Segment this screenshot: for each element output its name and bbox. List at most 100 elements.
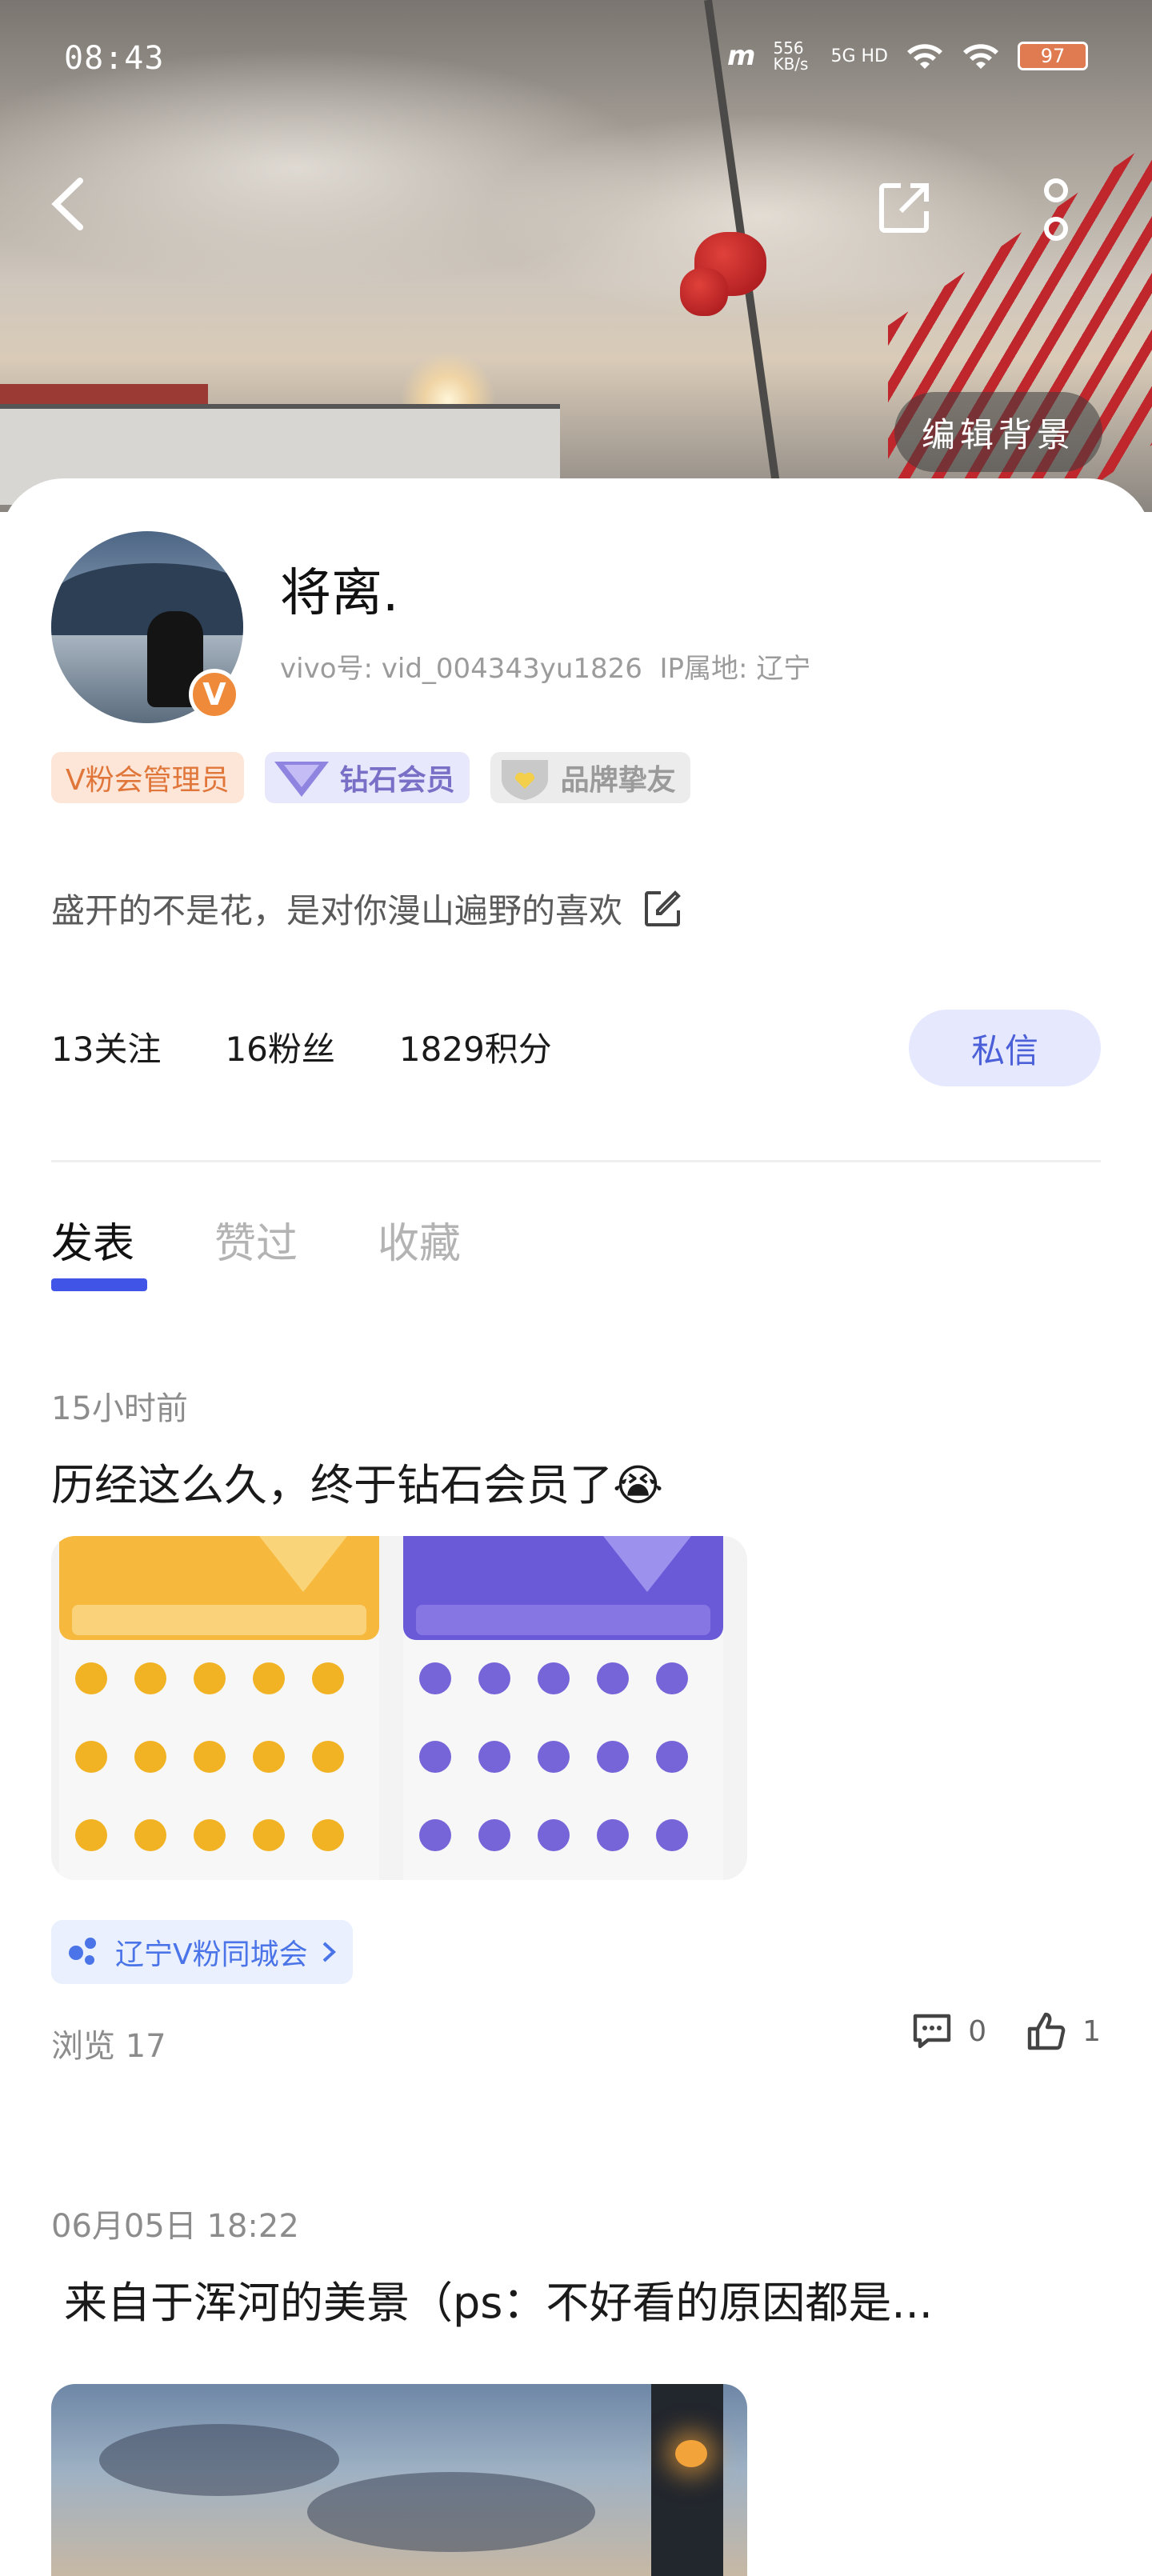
thumbnail-grid-icon xyxy=(478,1741,510,1773)
thumbnail-grid-icon xyxy=(75,1662,107,1694)
diamond-icon xyxy=(274,762,329,797)
active-tab-indicator xyxy=(51,1278,147,1291)
ip-location: 辽宁 xyxy=(756,653,811,685)
fans-count[interactable]: 16粉丝 xyxy=(225,1022,334,1071)
thumbs-up-icon[interactable] xyxy=(1025,2010,1068,2053)
thumbnail-grid-icon xyxy=(253,1741,285,1773)
topic-tag-label: 辽宁V粉同城会 xyxy=(115,1938,308,1971)
battery-icon: 97 xyxy=(1018,42,1088,70)
content-tabs: 发表 赞过 收藏 xyxy=(51,1210,461,1270)
ip-label: IP属地: xyxy=(659,653,748,685)
following-count[interactable]: 13关注 xyxy=(51,1022,161,1071)
comment-icon[interactable] xyxy=(910,2010,954,2053)
thumbnail-grid-icon xyxy=(538,1819,570,1851)
more-vertical-icon xyxy=(1044,178,1068,241)
thumbnail-grid-icon xyxy=(656,1741,688,1773)
points-count[interactable]: 1829积分 xyxy=(399,1022,552,1071)
wifi-icon xyxy=(963,44,998,69)
image-building xyxy=(651,2384,723,2576)
app-notification-icon: 𝙢 xyxy=(727,40,756,72)
thumbnail-grid-icon xyxy=(538,1741,570,1773)
thumbnail-grid-icon xyxy=(194,1662,226,1694)
thumbnail-grid-icon xyxy=(134,1819,166,1851)
thumbnail-grid-icon xyxy=(134,1741,166,1773)
thumbnail-grid-icon xyxy=(312,1741,344,1773)
thumbnail-grid-icon xyxy=(656,1662,688,1694)
share-icon xyxy=(879,183,929,233)
post-actions: 0 1 xyxy=(910,2010,1101,2053)
net-speed: 556 KB/s xyxy=(773,38,809,74)
vivo-id: vid_004343yu1826 xyxy=(381,653,642,685)
heart-shield-icon xyxy=(501,760,548,800)
verified-badge: V xyxy=(189,669,240,720)
battery-level: 97 xyxy=(1040,45,1066,67)
avatar-mountain xyxy=(51,563,243,635)
cover-lantern xyxy=(680,268,728,316)
badge-row: V粉会管理员 钻石会员 品牌挚友 xyxy=(51,752,690,803)
thumbnail-grid-icon xyxy=(419,1819,451,1851)
vivo-id-label: vivo号: xyxy=(280,653,373,685)
thumbnail-grid-icon xyxy=(538,1662,570,1694)
image-cloud xyxy=(99,2424,339,2496)
image-streetlight xyxy=(675,2440,707,2467)
comment-count: 0 xyxy=(968,2014,987,2048)
post-image[interactable] xyxy=(51,2384,747,2576)
thumbnail-grid-icon xyxy=(253,1819,285,1851)
signature-text: 盛开的不是花，是对你漫山遍野的喜欢 xyxy=(51,891,623,930)
tab-posts[interactable]: 发表 xyxy=(51,1210,134,1270)
vfan-admin-label: V粉会管理员 xyxy=(66,764,230,797)
thumbnail-grid-icon xyxy=(478,1819,510,1851)
post-views: 浏览 17 xyxy=(51,2028,166,2065)
image-cloud xyxy=(307,2472,595,2552)
status-icons: 𝙢 556 KB/s 5G HD 97 xyxy=(727,40,1088,72)
thumbnail-grid-icon xyxy=(194,1741,226,1773)
chevron-left-icon xyxy=(51,178,83,230)
tab-liked[interactable]: 赞过 xyxy=(214,1210,298,1270)
post-image-header xyxy=(59,1536,379,1640)
thumbnail-grid-icon xyxy=(253,1662,285,1694)
topic-tag[interactable]: 辽宁V粉同城会 xyxy=(51,1920,353,1984)
vfan-admin-badge[interactable]: V粉会管理员 xyxy=(51,752,244,803)
post-time: 06月05日 18:22 xyxy=(51,2208,299,2245)
brand-friend-badge[interactable]: 品牌挚友 xyxy=(490,752,690,803)
thumbnail-grid-icon xyxy=(478,1662,510,1694)
thumbnail-grid-icon xyxy=(75,1741,107,1773)
post-image-emblem xyxy=(259,1536,347,1592)
private-message-button[interactable]: 私信 xyxy=(909,1010,1101,1086)
wifi-icon xyxy=(907,44,942,69)
thumbnail-grid-icon xyxy=(312,1662,344,1694)
more-options-button[interactable] xyxy=(1032,176,1080,248)
username: 将离. xyxy=(280,564,399,623)
thumbnail-grid-icon xyxy=(656,1819,688,1851)
diamond-member-label: 钻石会员 xyxy=(339,764,455,797)
edit-icon[interactable] xyxy=(642,888,683,930)
thumbnail-grid-icon xyxy=(597,1741,629,1773)
thumbnail-grid-icon xyxy=(597,1819,629,1851)
signature: 盛开的不是花，是对你漫山遍野的喜欢 xyxy=(51,884,683,933)
like-count: 1 xyxy=(1082,2014,1101,2048)
community-icon xyxy=(67,1934,102,1970)
network-label: 5G HD xyxy=(830,46,888,66)
chevron-right-icon xyxy=(322,1942,336,1962)
divider xyxy=(51,1160,1101,1162)
share-button[interactable] xyxy=(872,176,936,240)
post-image-emblem xyxy=(603,1536,691,1592)
status-time: 08:43 xyxy=(64,40,165,77)
back-button[interactable] xyxy=(48,176,88,241)
post-title[interactable]: 来自于浑河的美景（ps：不好看的原因都是... xyxy=(64,2267,933,2330)
post-time: 15小时前 xyxy=(51,1390,188,1427)
stats-row: 13关注 16粉丝 1829积分 xyxy=(51,1022,552,1071)
thumbnail-grid-icon xyxy=(134,1662,166,1694)
post-title[interactable]: 历经这么久，终于钻石会员了😭 xyxy=(51,1450,663,1513)
thumbnail-grid-icon xyxy=(194,1819,226,1851)
diamond-member-badge[interactable]: 钻石会员 xyxy=(264,752,470,803)
edit-background-button[interactable]: 编辑背景 xyxy=(894,392,1102,472)
post-image-header xyxy=(403,1536,723,1640)
thumbnail-grid-icon xyxy=(419,1741,451,1773)
post-image-bar xyxy=(72,1605,366,1635)
status-bar: 08:43 𝙢 556 KB/s 5G HD 97 xyxy=(0,0,1152,120)
thumbnail-grid-icon xyxy=(312,1819,344,1851)
post-image-bar xyxy=(416,1605,710,1635)
post-image-gallery[interactable] xyxy=(51,1536,747,1880)
tab-favorites[interactable]: 收藏 xyxy=(378,1210,461,1270)
